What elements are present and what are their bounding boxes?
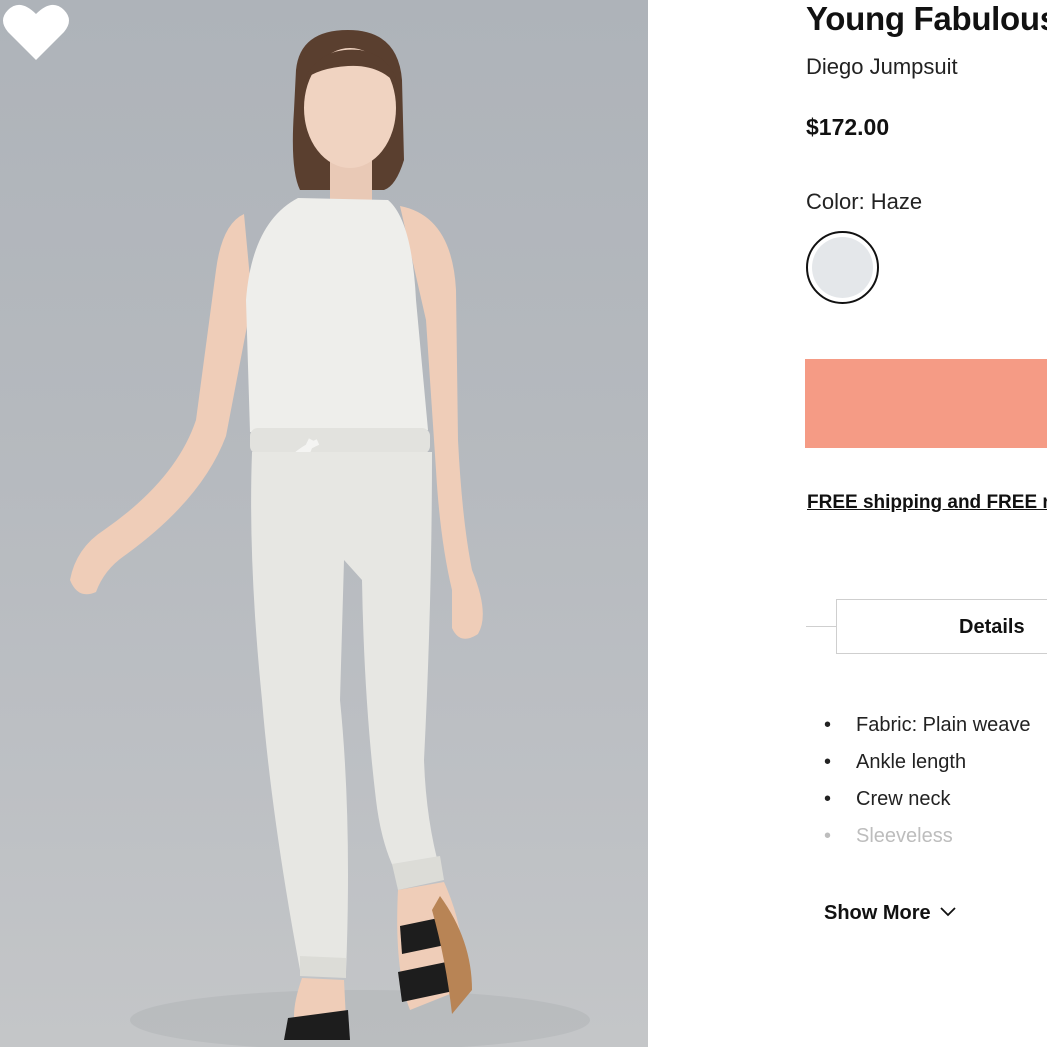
product-image[interactable] <box>0 0 648 1047</box>
color-swatch-fill <box>812 237 873 298</box>
color-swatch-haze[interactable] <box>806 231 879 304</box>
free-shipping-link[interactable]: FREE shipping and FREE returns <box>807 492 1047 514</box>
list-item: Sleeveless <box>824 825 1031 862</box>
show-more-button[interactable]: Show More <box>824 902 956 925</box>
list-item: Ankle length <box>824 751 1031 788</box>
product-name: Diego Jumpsuit <box>806 54 958 79</box>
show-more-label: Show More <box>824 902 931 924</box>
tab-details[interactable]: Details <box>836 599 1047 654</box>
color-label: Color: Haze <box>806 189 923 214</box>
details-list: Fabric: Plain weave Ankle length Crew ne… <box>824 714 1031 862</box>
add-to-bag-button[interactable] <box>805 359 1047 448</box>
tab-details-label: Details <box>959 616 1025 638</box>
heart-icon[interactable] <box>0 0 72 64</box>
model-photo <box>70 30 590 1047</box>
product-price: $172.00 <box>806 114 890 140</box>
product-info-panel: Young Fabulous Diego Jumpsuit $172.00 Co… <box>648 0 1047 1047</box>
list-item: Crew neck <box>824 788 1031 825</box>
list-item: Fabric: Plain weave <box>824 714 1031 751</box>
brand-name[interactable]: Young Fabulous <box>806 0 1047 38</box>
chevron-down-icon <box>940 907 956 917</box>
